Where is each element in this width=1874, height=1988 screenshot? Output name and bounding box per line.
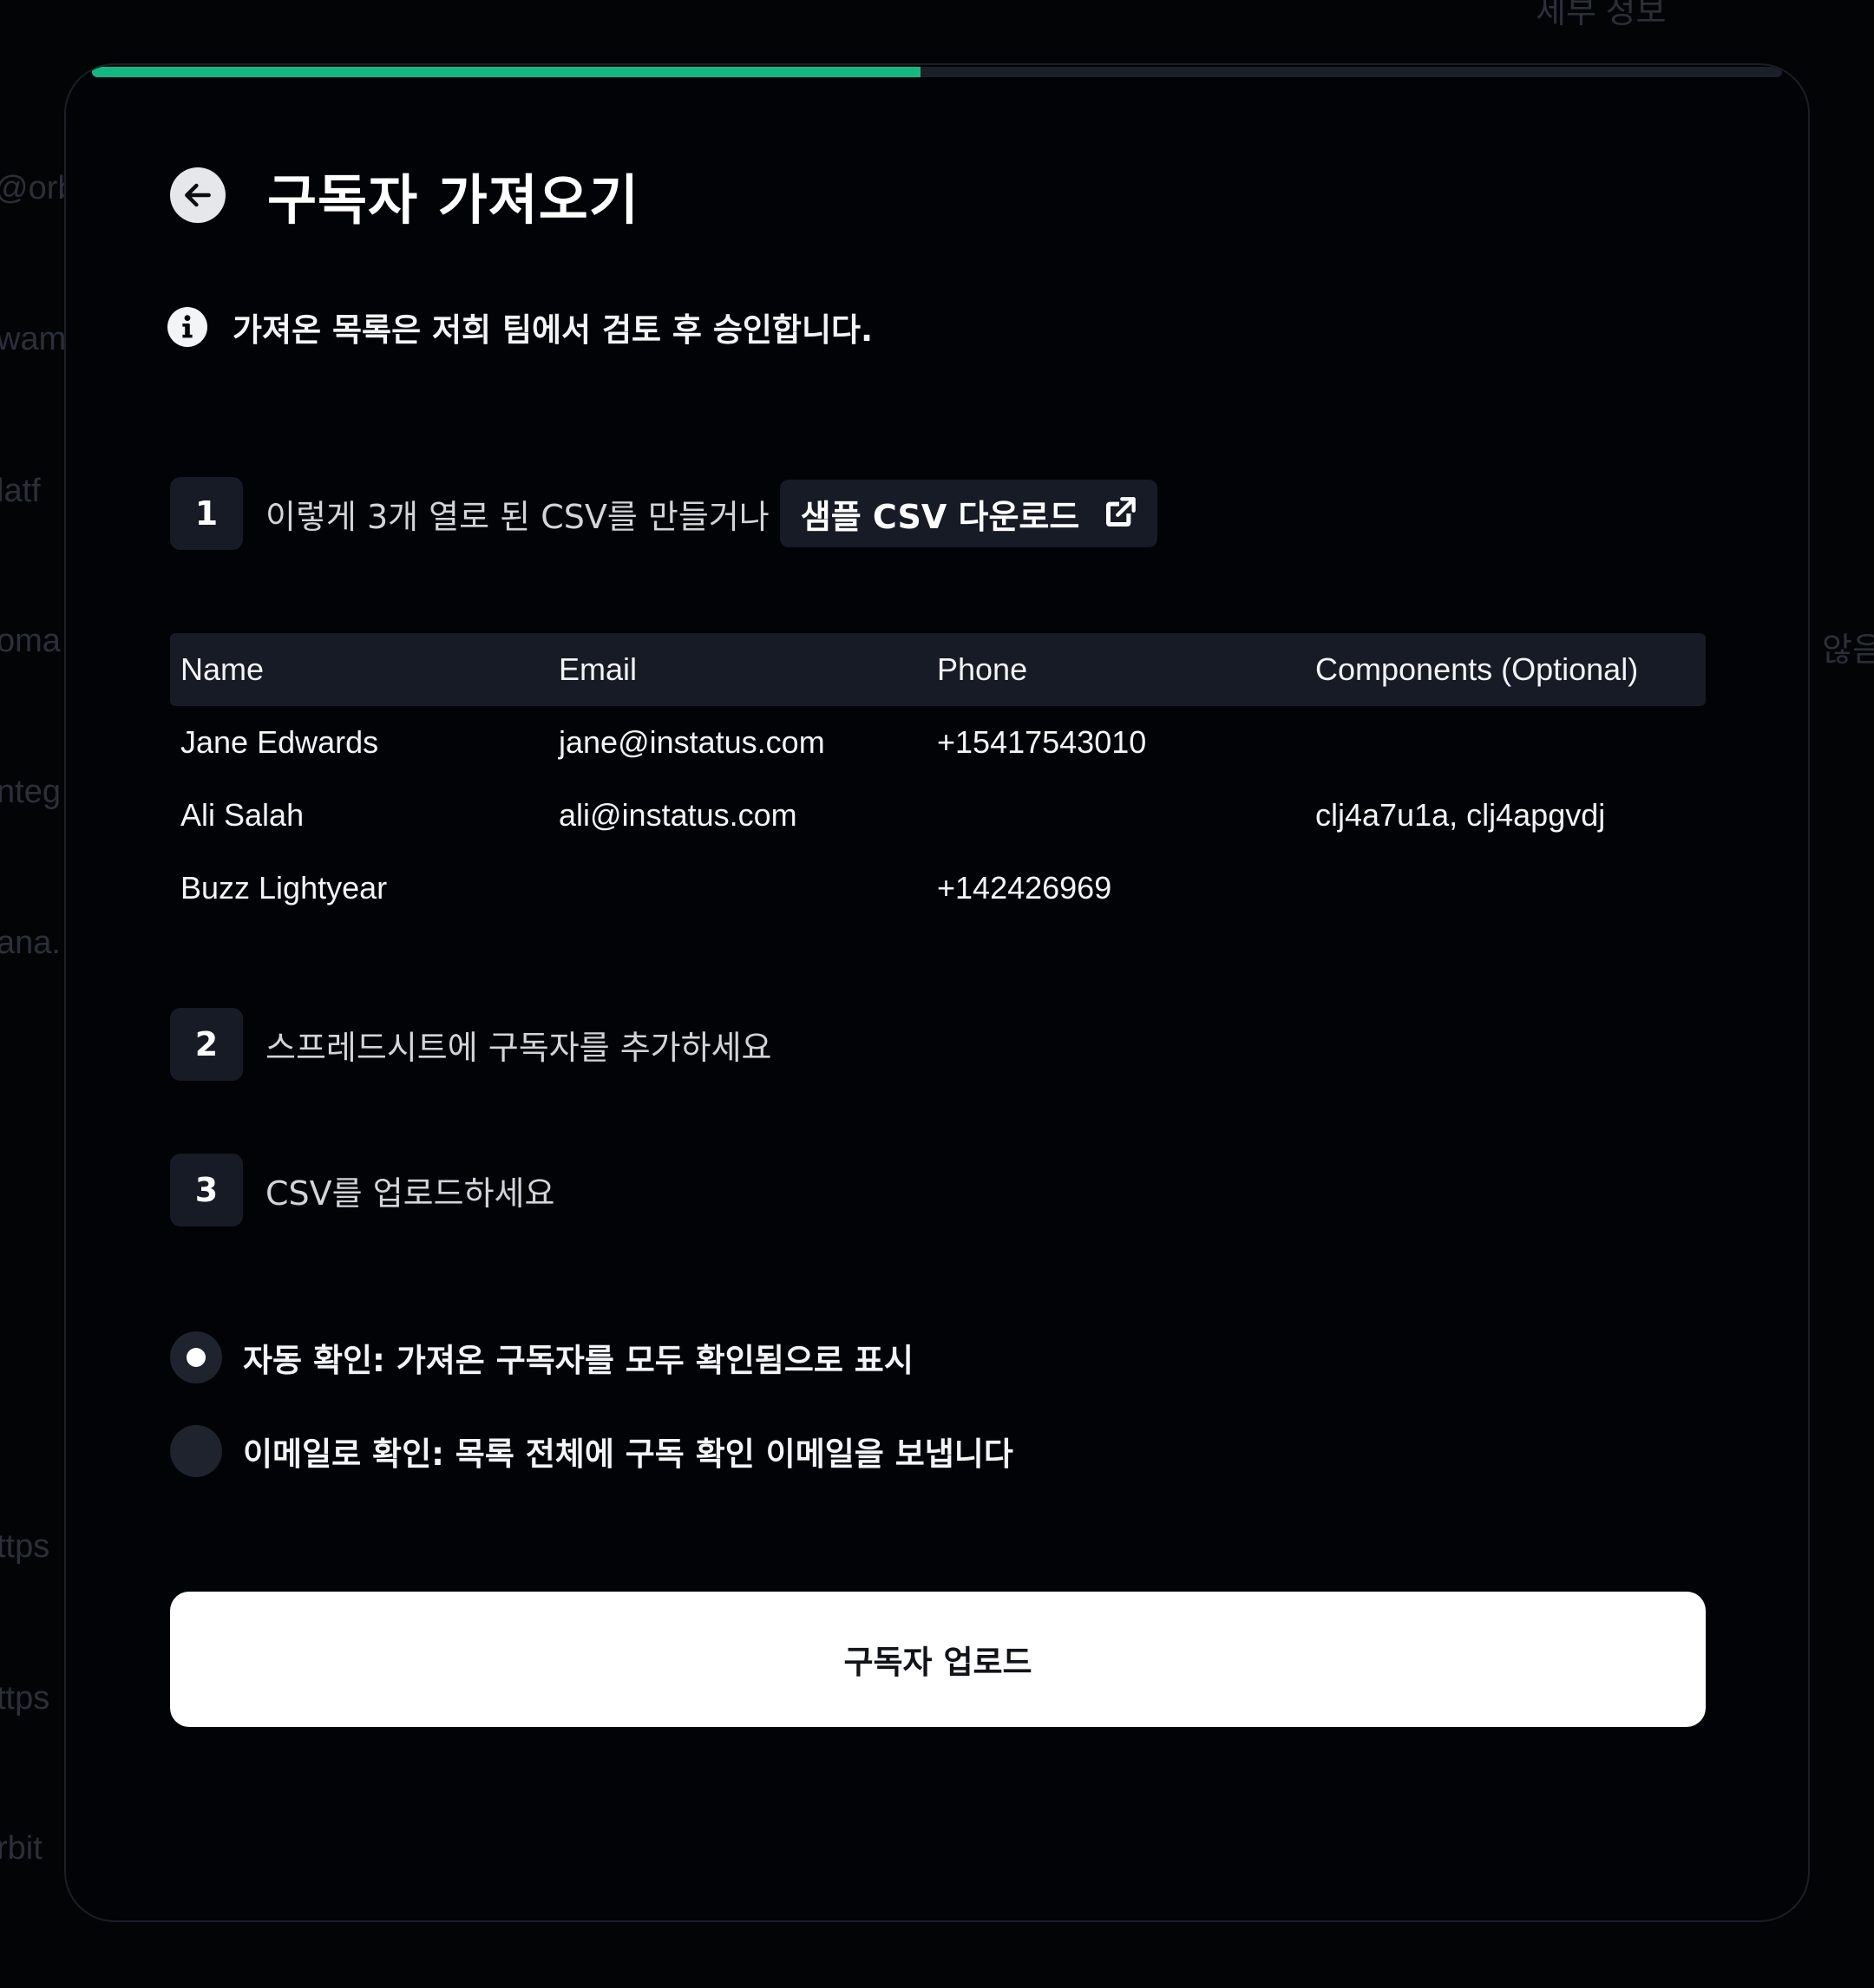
- table-cell: Buzz Lightyear: [180, 870, 388, 906]
- background-text: 세부 정보: [1536, 0, 1667, 30]
- step-text: 이렇게 3개 열로 된 CSV를 만들거나: [265, 497, 770, 536]
- background-text: latf: [0, 473, 41, 509]
- background-text: ttps: [0, 1528, 50, 1565]
- table-cell: jane@instatus.com: [559, 724, 825, 760]
- table-header: Name Email Phone Components (Optional): [170, 633, 1706, 706]
- step-text: CSV를 업로드하세요: [265, 1174, 555, 1213]
- auto-confirm-option[interactable]: 자동 확인: 가져온 구독자를 모두 확인됨으로 표시: [170, 1331, 914, 1383]
- auto-confirm-radio[interactable]: [170, 1331, 222, 1383]
- email-confirm-radio[interactable]: [170, 1425, 222, 1477]
- column-header: Email: [559, 651, 638, 687]
- info-icon: [167, 307, 207, 347]
- background-text: oma: [0, 623, 61, 659]
- table-row: Jane Edwards jane@instatus.com +15417543…: [170, 706, 1706, 779]
- step-3: 3 CSV를 업로드하세요: [170, 1154, 554, 1226]
- progress-bar: [92, 67, 1782, 77]
- background-text: rbit: [0, 1830, 43, 1867]
- external-link-icon: [1106, 497, 1137, 526]
- step-text: 스프레드시트에 구독자를 추가하세요: [265, 1028, 772, 1067]
- back-button[interactable]: [170, 167, 226, 223]
- arrow-left-icon: [185, 183, 211, 207]
- page-title: 구독자 가져오기: [267, 168, 639, 232]
- progress-bar-fill: [92, 67, 921, 77]
- step-2: 2 스프레드시트에 구독자를 추가하세요: [170, 1008, 772, 1081]
- step-number: 2: [170, 1008, 243, 1081]
- column-header: Name: [180, 651, 265, 687]
- modal-header: 구독자 가져오기: [170, 156, 639, 234]
- step-number: 3: [170, 1154, 243, 1226]
- background-text: ana.: [0, 925, 61, 961]
- background-text: nteg: [0, 774, 61, 810]
- upload-subscribers-button[interactable]: 구독자 업로드: [170, 1592, 1706, 1727]
- table-cell: +142426969: [937, 870, 1112, 906]
- download-sample-csv-label: 샘플 CSV 다운로드: [800, 497, 1080, 536]
- table-cell: Jane Edwards: [180, 724, 379, 760]
- background-text: ttps: [0, 1680, 50, 1717]
- table-row: Ali Salah ali@instatus.com clj4a7u1a, cl…: [170, 779, 1706, 852]
- review-notice: 가져온 목록은 저희 팀에서 검토 후 승인합니다.: [167, 304, 873, 350]
- radio-selected-dot: [187, 1348, 206, 1367]
- auto-confirm-label[interactable]: 자동 확인: 가져온 구독자를 모두 확인됨으로 표시: [243, 1334, 914, 1381]
- background-text: wam: [0, 321, 67, 357]
- table-cell: ali@instatus.com: [559, 797, 797, 833]
- table-cell: Ali Salah: [180, 797, 305, 833]
- download-sample-csv-button[interactable]: 샘플 CSV 다운로드: [779, 480, 1158, 547]
- table-row: Buzz Lightyear +142426969: [170, 852, 1706, 925]
- sample-csv-table: Name Email Phone Components (Optional) J…: [170, 633, 1706, 925]
- column-header: Phone: [937, 651, 1028, 687]
- import-subscribers-modal: 구독자 가져오기 가져온 목록은 저희 팀에서 검토 후 승인합니다. 1 이렇…: [64, 63, 1810, 1922]
- table-cell: +15417543010: [937, 724, 1147, 760]
- email-confirm-option[interactable]: 이메일로 확인: 목록 전체에 구독 확인 이메일을 보냅니다: [170, 1425, 1013, 1477]
- step-number: 1: [170, 477, 243, 550]
- column-header: Components (Optional): [1315, 651, 1639, 687]
- email-confirm-label[interactable]: 이메일로 확인: 목록 전체에 구독 확인 이메일을 보냅니다: [243, 1428, 1013, 1475]
- background-text: 않음: [1822, 632, 1874, 669]
- table-cell: clj4a7u1a, clj4apgvdj: [1315, 797, 1606, 833]
- notice-text: 가져온 목록은 저희 팀에서 검토 후 승인합니다.: [233, 311, 874, 349]
- step-1: 1 이렇게 3개 열로 된 CSV를 만들거나 샘플 CSV 다운로드: [170, 477, 1158, 550]
